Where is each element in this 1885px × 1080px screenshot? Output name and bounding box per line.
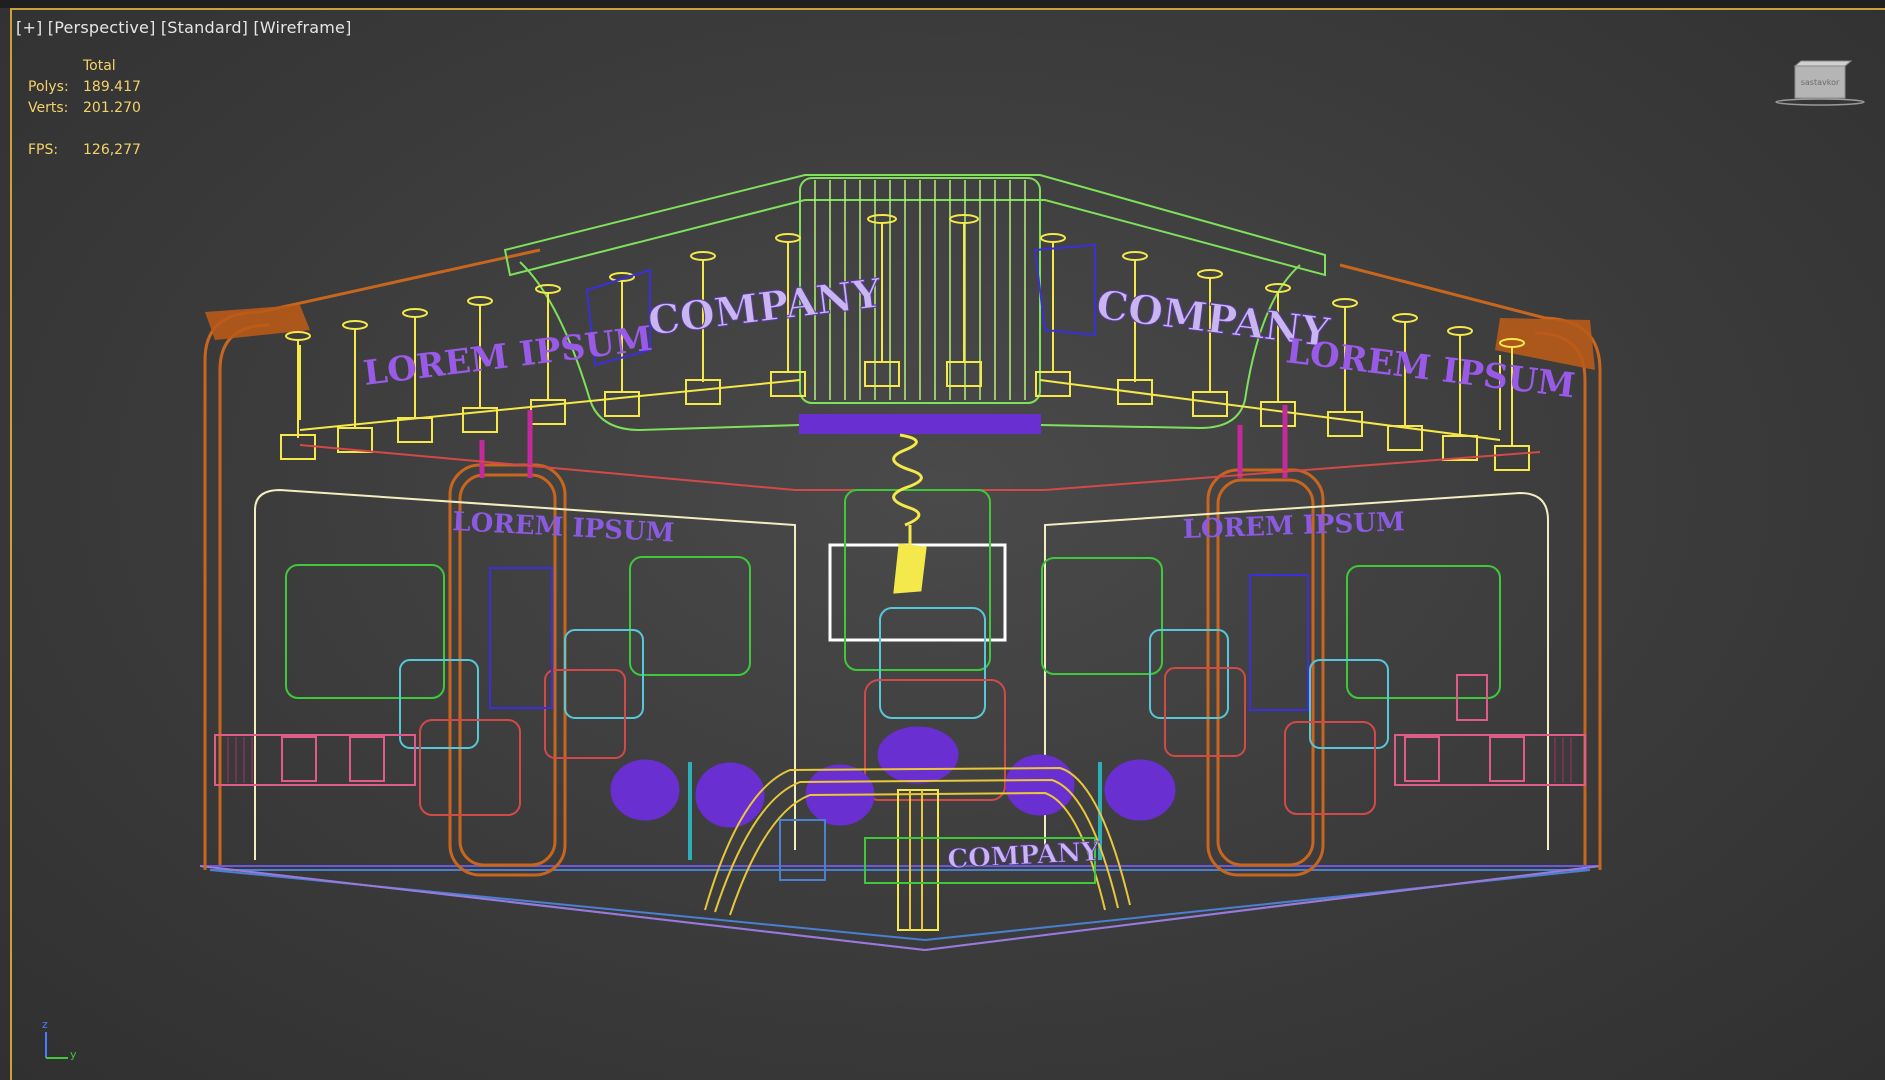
lorem-sign-wall-left: LOREM IPSUM (452, 507, 675, 549)
viewcube-face-label: sastavkor (1801, 78, 1840, 87)
verts-value: 201.270 (83, 100, 141, 116)
lorem-sign-top-left: LOREM IPSUM (361, 319, 654, 394)
viewcube-icon[interactable]: sastavkor (1775, 58, 1865, 108)
viewport-shading-preset-menu[interactable]: [Standard] (161, 18, 248, 37)
viewport[interactable]: COMPANY COMPANY LOREM IPSUM LOREM IPSUM … (0, 0, 1885, 1080)
axis-z-label: z (42, 1018, 48, 1031)
verts-label: Verts: (28, 100, 69, 116)
floor (199, 865, 1601, 952)
axis-tripod-icon: z y (42, 1018, 77, 1060)
stats-header: Total (83, 58, 116, 74)
hanging-spiral (892, 433, 927, 594)
wireframe-scene[interactable]: COMPANY COMPANY LOREM IPSUM LOREM IPSUM … (0, 0, 1885, 1080)
viewport-display-mode-menu[interactable]: [Wireframe] (253, 18, 351, 37)
lorem-sign-wall-right: LOREM IPSUM (1182, 507, 1405, 545)
polys-value: 189.417 (83, 79, 141, 95)
fps-value: 126,277 (83, 142, 141, 158)
viewport-point-of-view-menu[interactable]: [Perspective] (48, 18, 156, 37)
viewport-plus-menu[interactable]: [+] (16, 18, 43, 37)
axis-y-label: y (70, 1048, 77, 1060)
viewport-label-menu[interactable]: [+] [Perspective] [Standard] [Wireframe] (16, 18, 352, 37)
company-sign-left: COMPANY (645, 270, 884, 345)
polys-label: Polys: (28, 79, 69, 95)
fps-label: FPS: (28, 142, 59, 158)
